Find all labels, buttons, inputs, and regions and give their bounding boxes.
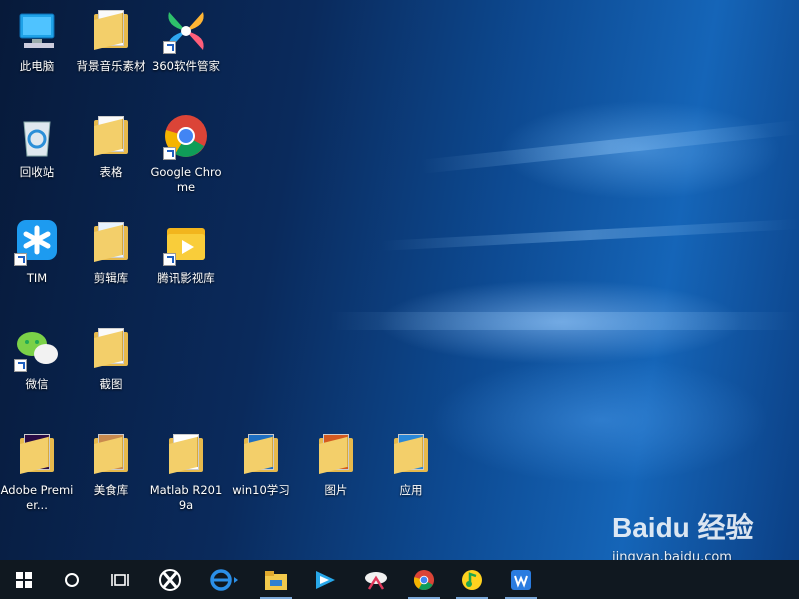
tencent-video-icon [316, 570, 335, 589]
shortcut-arrow-icon [163, 253, 176, 266]
folder-icon [88, 432, 134, 478]
icon-label: TIM [26, 271, 48, 285]
light-beam [420, 120, 799, 174]
task-view-button[interactable] [100, 560, 140, 599]
task-view-icon [111, 573, 129, 586]
light-beam [330, 312, 799, 330]
desktop-icon-pictures[interactable]: 图片 [299, 432, 373, 498]
taskbar-ie[interactable] [205, 560, 245, 599]
desktop-icon-adobe-premiere[interactable]: Adobe Premier... [0, 432, 74, 513]
desktop-icon-chrome[interactable]: Google Chrome [149, 114, 223, 195]
wechat-icon [14, 326, 60, 372]
folder-icon [88, 8, 134, 54]
shortcut-arrow-icon [14, 253, 27, 266]
taskbar [0, 560, 799, 599]
desktop[interactable]: 此电脑 背景音乐素材 360软件管家 回收站 表格 Google Chrome [0, 0, 799, 560]
icon-label: 微信 [25, 377, 49, 391]
desktop-icon-tables[interactable]: 表格 [74, 114, 148, 180]
search-circle-icon [65, 572, 79, 587]
desktop-icon-food-library[interactable]: 美食库 [74, 432, 148, 498]
360-icon [159, 568, 181, 591]
desktop-icon-this-pc[interactable]: 此电脑 [0, 8, 74, 74]
watermark-brand: Baidu 经验 [612, 512, 754, 543]
taskbar-snipping[interactable] [356, 560, 396, 599]
desktop-icon-wechat[interactable]: 微信 [0, 326, 74, 392]
light-beam [380, 219, 799, 251]
chrome-icon [413, 569, 435, 590]
icon-label: 表格 [99, 165, 123, 179]
icon-label: win10学习 [232, 483, 290, 497]
start-button[interactable] [4, 560, 44, 599]
desktop-icon-apps[interactable]: 应用 [374, 432, 448, 498]
icon-label: 此电脑 [19, 59, 55, 73]
desktop-icon-tim[interactable]: TIM [0, 220, 74, 286]
desktop-icon-recycle-bin[interactable]: 回收站 [0, 114, 74, 180]
folder-icon [238, 432, 284, 478]
tencent-video-library-icon [163, 220, 209, 266]
icon-label: 腾讯影视库 [157, 271, 215, 285]
taskbar-qq-music[interactable] [452, 560, 492, 599]
desktop-icon-360-manager[interactable]: 360软件管家 [149, 8, 223, 74]
taskbar-tencent-video[interactable] [305, 560, 345, 599]
snipping-tool-icon [365, 571, 387, 590]
icon-label: 图片 [324, 483, 348, 497]
wps-icon [511, 569, 531, 590]
matlab-folder-icon [163, 432, 209, 478]
desktop-icon-win10-study[interactable]: win10学习 [224, 432, 298, 498]
baidu-watermark: Baidu 经验 jingyan.baidu.com [612, 512, 754, 560]
shortcut-arrow-icon [163, 147, 176, 160]
folder-icon [88, 114, 134, 160]
taskbar-chrome[interactable] [404, 560, 444, 599]
folder-icon [313, 432, 359, 478]
chrome-icon [163, 114, 209, 160]
premiere-folder-icon [14, 432, 60, 478]
taskbar-wps[interactable] [501, 560, 541, 599]
internet-explorer-icon [210, 568, 238, 591]
icon-label: Adobe Premier... [0, 483, 74, 512]
shortcut-arrow-icon [163, 41, 176, 54]
icon-label: Google Chrome [150, 165, 222, 194]
shortcut-arrow-icon [14, 359, 27, 372]
icon-label: 回收站 [19, 165, 55, 179]
desktop-icon-matlab[interactable]: Matlab R2019a [149, 432, 223, 513]
icon-label: 美食库 [93, 483, 129, 497]
desktop-icon-clip-library[interactable]: 剪辑库 [74, 220, 148, 286]
desktop-icon-tencent-video-lib[interactable]: 腾讯影视库 [149, 220, 223, 286]
icon-label: 截图 [99, 377, 123, 391]
tim-icon [14, 220, 60, 266]
icon-label: 应用 [399, 483, 423, 497]
file-explorer-icon [265, 570, 287, 590]
icon-label: 360软件管家 [152, 59, 220, 73]
taskbar-360[interactable] [150, 560, 190, 599]
icon-label: Matlab R2019a [149, 483, 223, 512]
windows-start-icon [16, 571, 32, 588]
folder-icon [388, 432, 434, 478]
folder-icon [88, 326, 134, 372]
taskbar-file-explorer[interactable] [256, 560, 296, 599]
folder-icon [88, 220, 134, 266]
watermark-url: jingyan.baidu.com [612, 550, 732, 560]
recycle-bin-icon [14, 114, 60, 160]
desktop-icon-screenshots[interactable]: 截图 [74, 326, 148, 392]
icon-label: 背景音乐素材 [76, 59, 146, 73]
desktop-icon-bg-music[interactable]: 背景音乐素材 [74, 8, 148, 74]
search-button[interactable] [52, 560, 92, 599]
360-software-manager-icon [163, 8, 209, 54]
this-pc-icon [14, 8, 60, 54]
icon-label: 剪辑库 [93, 271, 129, 285]
qq-music-icon [462, 569, 482, 590]
